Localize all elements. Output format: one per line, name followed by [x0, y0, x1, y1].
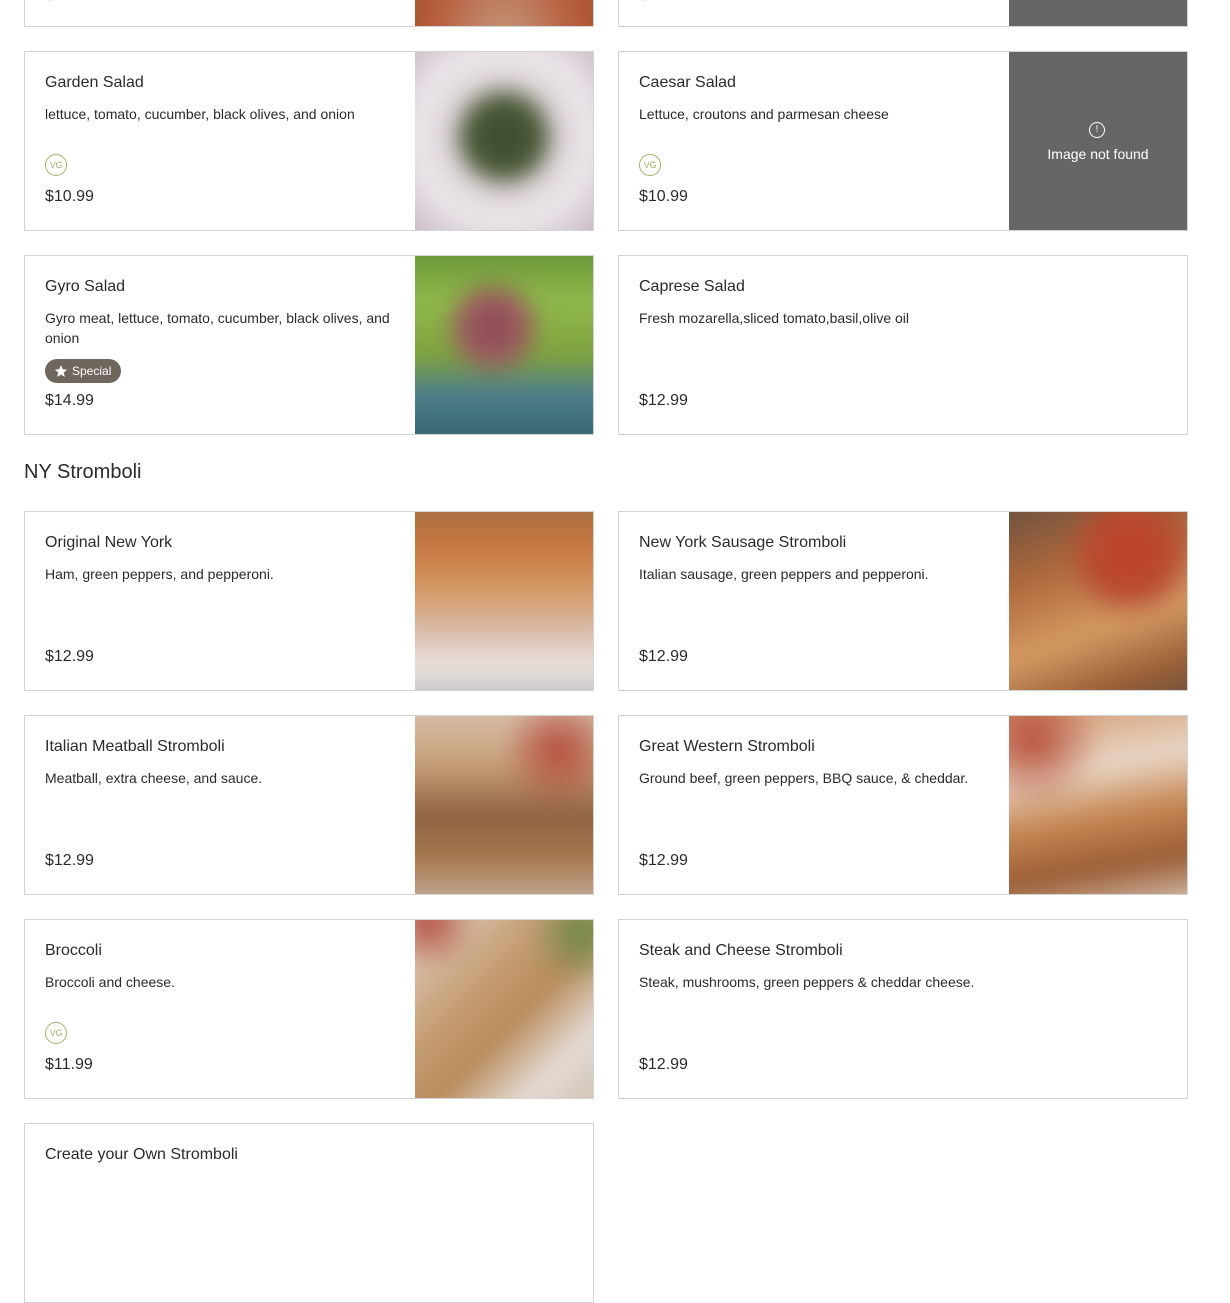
image-placeholder — [1009, 0, 1187, 26]
item-description: Fresh mozarella,sliced tomato,basil,oliv… — [639, 310, 909, 326]
vegetarian-badge-icon: VG — [639, 154, 661, 176]
item-image — [415, 52, 593, 230]
item-title: Great Western Stromboli — [639, 738, 815, 755]
item-description: Steak, mushrooms, green peppers & chedda… — [639, 974, 975, 990]
vegetarian-badge-icon: VG — [45, 154, 67, 176]
menu-item-card[interactable]: Original New York Ham, green peppers, an… — [24, 511, 594, 691]
menu-item-card[interactable]: $ — [618, 0, 1188, 27]
image-placeholder: ! Image not found — [1009, 52, 1187, 230]
menu-item-card[interactable]: Broccoli Broccoli and cheese. VG $11.99 — [24, 919, 594, 1099]
item-description: Broccoli and cheese. — [45, 974, 175, 990]
menu-item-card[interactable]: Create your Own Stromboli — [24, 1123, 594, 1303]
item-description: lettuce, tomato, cucumber, black olives,… — [45, 106, 355, 122]
item-title: Original New York — [45, 534, 173, 551]
item-image — [415, 716, 593, 894]
item-price: $14.99 — [45, 392, 94, 409]
item-price: $11.99 — [45, 1056, 93, 1073]
item-price: $12.99 — [639, 392, 688, 409]
item-description: Ham, green peppers, and pepperoni. — [45, 566, 274, 582]
item-price: $10.99 — [45, 188, 94, 205]
image-not-found-text: Image not found — [1047, 146, 1149, 162]
item-title: Italian Meatball Stromboli — [45, 738, 225, 755]
item-description: Ground beef, green peppers, BBQ sauce, &… — [639, 770, 969, 786]
item-image — [415, 920, 593, 1098]
item-title: Steak and Cheese Stromboli — [639, 942, 843, 959]
item-title: Create your Own Stromboli — [45, 1146, 238, 1163]
section-title: NY Stromboli — [24, 461, 142, 483]
item-title: Gyro Salad — [45, 278, 126, 295]
item-price: $ — [639, 0, 648, 4]
item-price: $ — [45, 0, 54, 4]
star-icon — [54, 365, 68, 377]
item-description: Italian sausage, green peppers and peppe… — [639, 566, 929, 582]
item-image — [415, 256, 593, 434]
menu-item-card[interactable]: Italian Meatball Stromboli Meatball, ext… — [24, 715, 594, 895]
item-title: Broccoli — [45, 942, 102, 959]
item-price: $12.99 — [639, 648, 688, 665]
menu-item-card[interactable]: Gyro Salad Gyro meat, lettuce, tomato, c… — [24, 255, 594, 435]
item-price: $10.99 — [639, 188, 688, 205]
item-image — [415, 0, 593, 26]
item-title: Garden Salad — [45, 74, 144, 91]
item-description: Lettuce, croutons and parmesan cheese — [639, 106, 889, 122]
item-description: Gyro meat, lettuce, tomato, cucumber, bl… — [45, 310, 390, 346]
item-title: New York Sausage Stromboli — [639, 534, 847, 551]
special-badge: Special — [45, 359, 122, 383]
item-title: Caprese Salad — [639, 278, 745, 295]
item-price: $12.99 — [45, 648, 94, 665]
menu-item-card[interactable]: Great Western Stromboli Ground beef, gre… — [618, 715, 1188, 895]
menu-item-card[interactable]: $ — [24, 0, 594, 27]
alert-circle-icon: ! — [1089, 122, 1105, 138]
menu-item-card[interactable]: Steak and Cheese Stromboli Steak, mushro… — [618, 919, 1188, 1099]
item-image — [1009, 512, 1187, 690]
menu-item-card[interactable]: Caprese Salad Fresh mozarella,sliced tom… — [618, 255, 1188, 435]
menu-item-card[interactable]: Garden Salad lettuce, tomato, cucumber, … — [24, 51, 594, 231]
item-price: $12.99 — [45, 852, 94, 869]
menu-item-card[interactable]: Caesar Salad Lettuce, croutons and parme… — [618, 51, 1188, 231]
item-description: Meatball, extra cheese, and sauce. — [45, 770, 263, 786]
item-image — [415, 512, 593, 690]
special-label: Special — [72, 364, 112, 378]
item-image — [1009, 716, 1187, 894]
vegetarian-badge-icon: VG — [45, 1022, 67, 1044]
menu-item-card[interactable]: New York Sausage Stromboli Italian sausa… — [618, 511, 1188, 691]
item-price: $12.99 — [639, 1056, 688, 1073]
item-title: Caesar Salad — [639, 74, 736, 91]
item-price: $12.99 — [639, 852, 688, 869]
